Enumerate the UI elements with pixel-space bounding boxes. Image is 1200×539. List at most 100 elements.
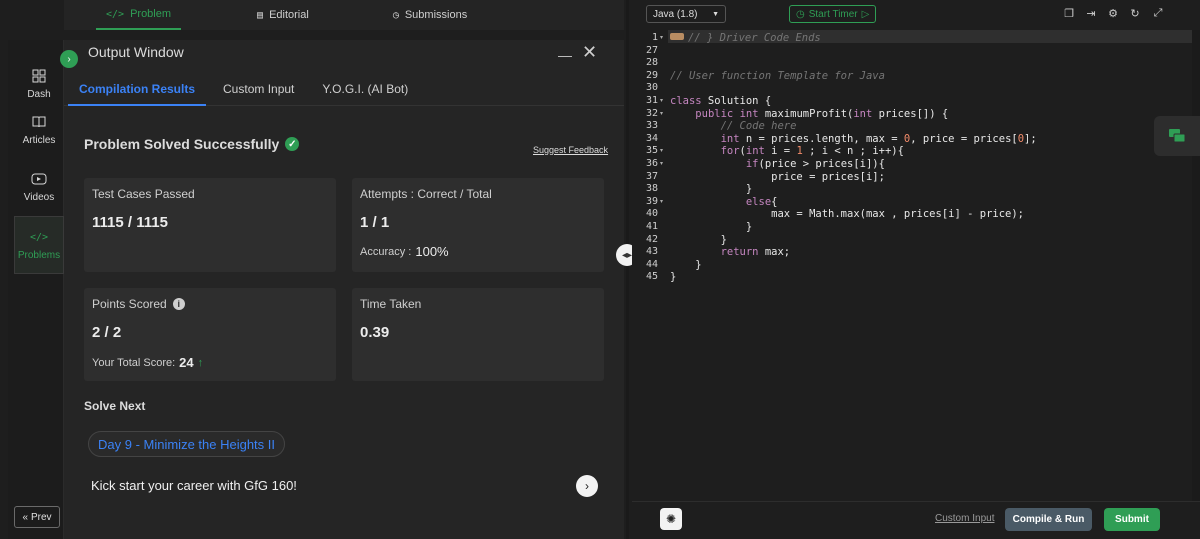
caret-down-icon: ▼ [712,10,719,18]
fold-caret-icon[interactable]: ▾ [660,95,663,107]
code-line: } [670,271,677,284]
folded-region-marker[interactable] [670,33,684,40]
line-number: 42 [645,233,658,245]
card-label: Test Cases Passed [92,187,195,201]
tab-submissions[interactable]: ◷ Submissions [383,0,477,30]
line-number: 39 [645,195,658,207]
card-value: 2 / 2 [92,324,122,341]
document-icon: ▤ [257,9,264,21]
line-number: 29 [645,69,658,81]
settings-icon[interactable]: ⚙ [1106,6,1120,20]
copy-icon[interactable]: ❐ [1062,6,1076,20]
solve-next-heading: Solve Next [84,399,146,413]
fold-caret-icon[interactable]: ▾ [660,158,663,170]
editor-scrollbar[interactable] [1192,30,1200,501]
fold-caret-icon[interactable]: ▾ [660,196,663,208]
tab-editorial[interactable]: ▤ Editorial [247,0,319,30]
total-score-label: Your Total Score: [92,356,176,369]
line-number: 45 [645,271,658,283]
problem-tabs: </> Problem ▤ Editorial ◷ Submissions [64,0,624,30]
code-line: for(int i = 1 ; i < n ; i++){ [720,145,904,158]
timer-label: Start Timer [808,8,858,20]
fold-caret-icon[interactable]: ▾ [660,32,663,44]
tab-custom-input[interactable]: Custom Input [212,70,305,104]
line-number: 36 [645,158,658,169]
card-label: Time Taken [360,297,422,311]
line-number-gutter: 1 ▾ 27 28 29 30 31 ▾ 32 ▾ 33 34 35 ▾ 36 ▾ 37 38 39 ▾ 40 41 42 4… [632,30,668,501]
card-label: Points Scored [92,297,167,311]
line-number: 33 [645,120,658,132]
code-line: // Code here [720,120,797,133]
points-card: Points Scored i 2 / 2 Your Total Score: … [84,288,336,381]
start-timer-button[interactable]: ◷ Start Timer ▷ [789,5,877,23]
line-number: 37 [645,170,658,182]
side-nav: Dash Articles Videos </> Problems [8,40,64,539]
next-problem-link[interactable]: Day 9 - Minimize the Heights II [88,431,286,457]
prev-button[interactable]: « Prev [14,506,60,528]
line-number: 1 [651,32,658,43]
output-window: Output Window ✕ Compilation Results Cust… [64,40,624,539]
line-number: 35 [645,145,658,157]
code-line: public int maximumProfit(int prices[]) { [695,107,949,120]
line-number: 30 [645,82,658,94]
nav-item-videos[interactable]: Videos [14,159,64,215]
info-icon[interactable]: i [172,298,185,310]
nav-label: Dash [27,89,51,100]
code-line: } [670,233,727,246]
result-status-text: Problem Solved Successfully [84,136,280,152]
suggest-feedback-link[interactable]: Suggest Feedback [533,145,608,155]
code-line: price = prices[i]; [670,170,885,183]
code-line: max = Math.max(max , prices[i] - price); [670,208,1025,221]
code-line: } [670,183,753,196]
total-score-value: 24 [179,355,194,370]
code-line: class Solution { [670,95,772,107]
code-line: // } Driver Code Ends [688,32,821,44]
nav-label: Problems [17,250,61,261]
nav-label: Articles [22,135,56,146]
compile-run-button[interactable]: Compile & Run [1005,508,1092,531]
tab-compilation-results[interactable]: Compilation Results [68,70,207,106]
fullscreen-icon[interactable]: ⤢ [1151,6,1165,20]
chat-icon[interactable] [1154,116,1200,156]
output-window-title: Output Window [88,44,184,60]
tab-yogi-bot[interactable]: Y.O.G.I. (AI Bot) [311,70,419,104]
line-number: 34 [645,132,658,144]
accuracy-value: 100% [415,244,449,259]
line-number: 32 [645,107,658,119]
card-label-row: Points Scored i [92,297,185,311]
grid-icon [31,68,47,84]
reset-icon[interactable]: ↻ [1128,6,1142,20]
custom-input-link[interactable]: Custom Input [935,513,994,524]
code-editor[interactable]: // } Driver Code Ends // User function Te… [668,30,1192,501]
line-number: 28 [645,57,658,69]
language-select[interactable]: Java (1.8) ▼ [646,5,726,23]
code-line: } [670,258,702,271]
card-label: Attempts : Correct / Total [360,187,492,201]
nav-item-articles[interactable]: Articles [14,102,64,158]
card-value: 1115 / 1115 [92,214,168,231]
code-line: } [670,221,753,233]
minimize-icon[interactable] [558,56,572,57]
collapse-toggle-icon[interactable]: › [60,50,78,68]
close-icon[interactable]: ✕ [582,42,597,63]
line-number: 38 [645,183,658,195]
export-icon[interactable]: ⇥ [1084,6,1098,20]
tab-problem[interactable]: </> Problem [96,0,182,30]
clock-icon: ◷ [392,9,399,21]
submit-button[interactable]: Submit [1104,508,1160,531]
lightbulb-icon[interactable]: ✺ [660,508,682,530]
accuracy-label: Accuracy : [360,245,412,258]
time-card: Time Taken 0.39 [352,288,604,381]
code-icon: </> [106,8,125,20]
nav-item-problems[interactable]: </> Problems [14,216,64,274]
double-chevron-left-icon: « [22,511,28,523]
panel-splitter[interactable] [626,0,629,539]
code-line: // User function Template for Java [670,69,885,82]
fold-caret-icon[interactable]: ▾ [660,145,663,157]
chevron-right-icon[interactable]: › [576,475,598,497]
arrow-up-icon: ↑ [197,356,204,369]
fold-caret-icon[interactable]: ▾ [660,108,663,120]
test-cases-card: Test Cases Passed 1115 / 1115 [84,178,336,272]
code-line: int n = prices.length, max = 0, price = … [720,132,1037,145]
play-circle-icon: ▷ [861,8,870,20]
